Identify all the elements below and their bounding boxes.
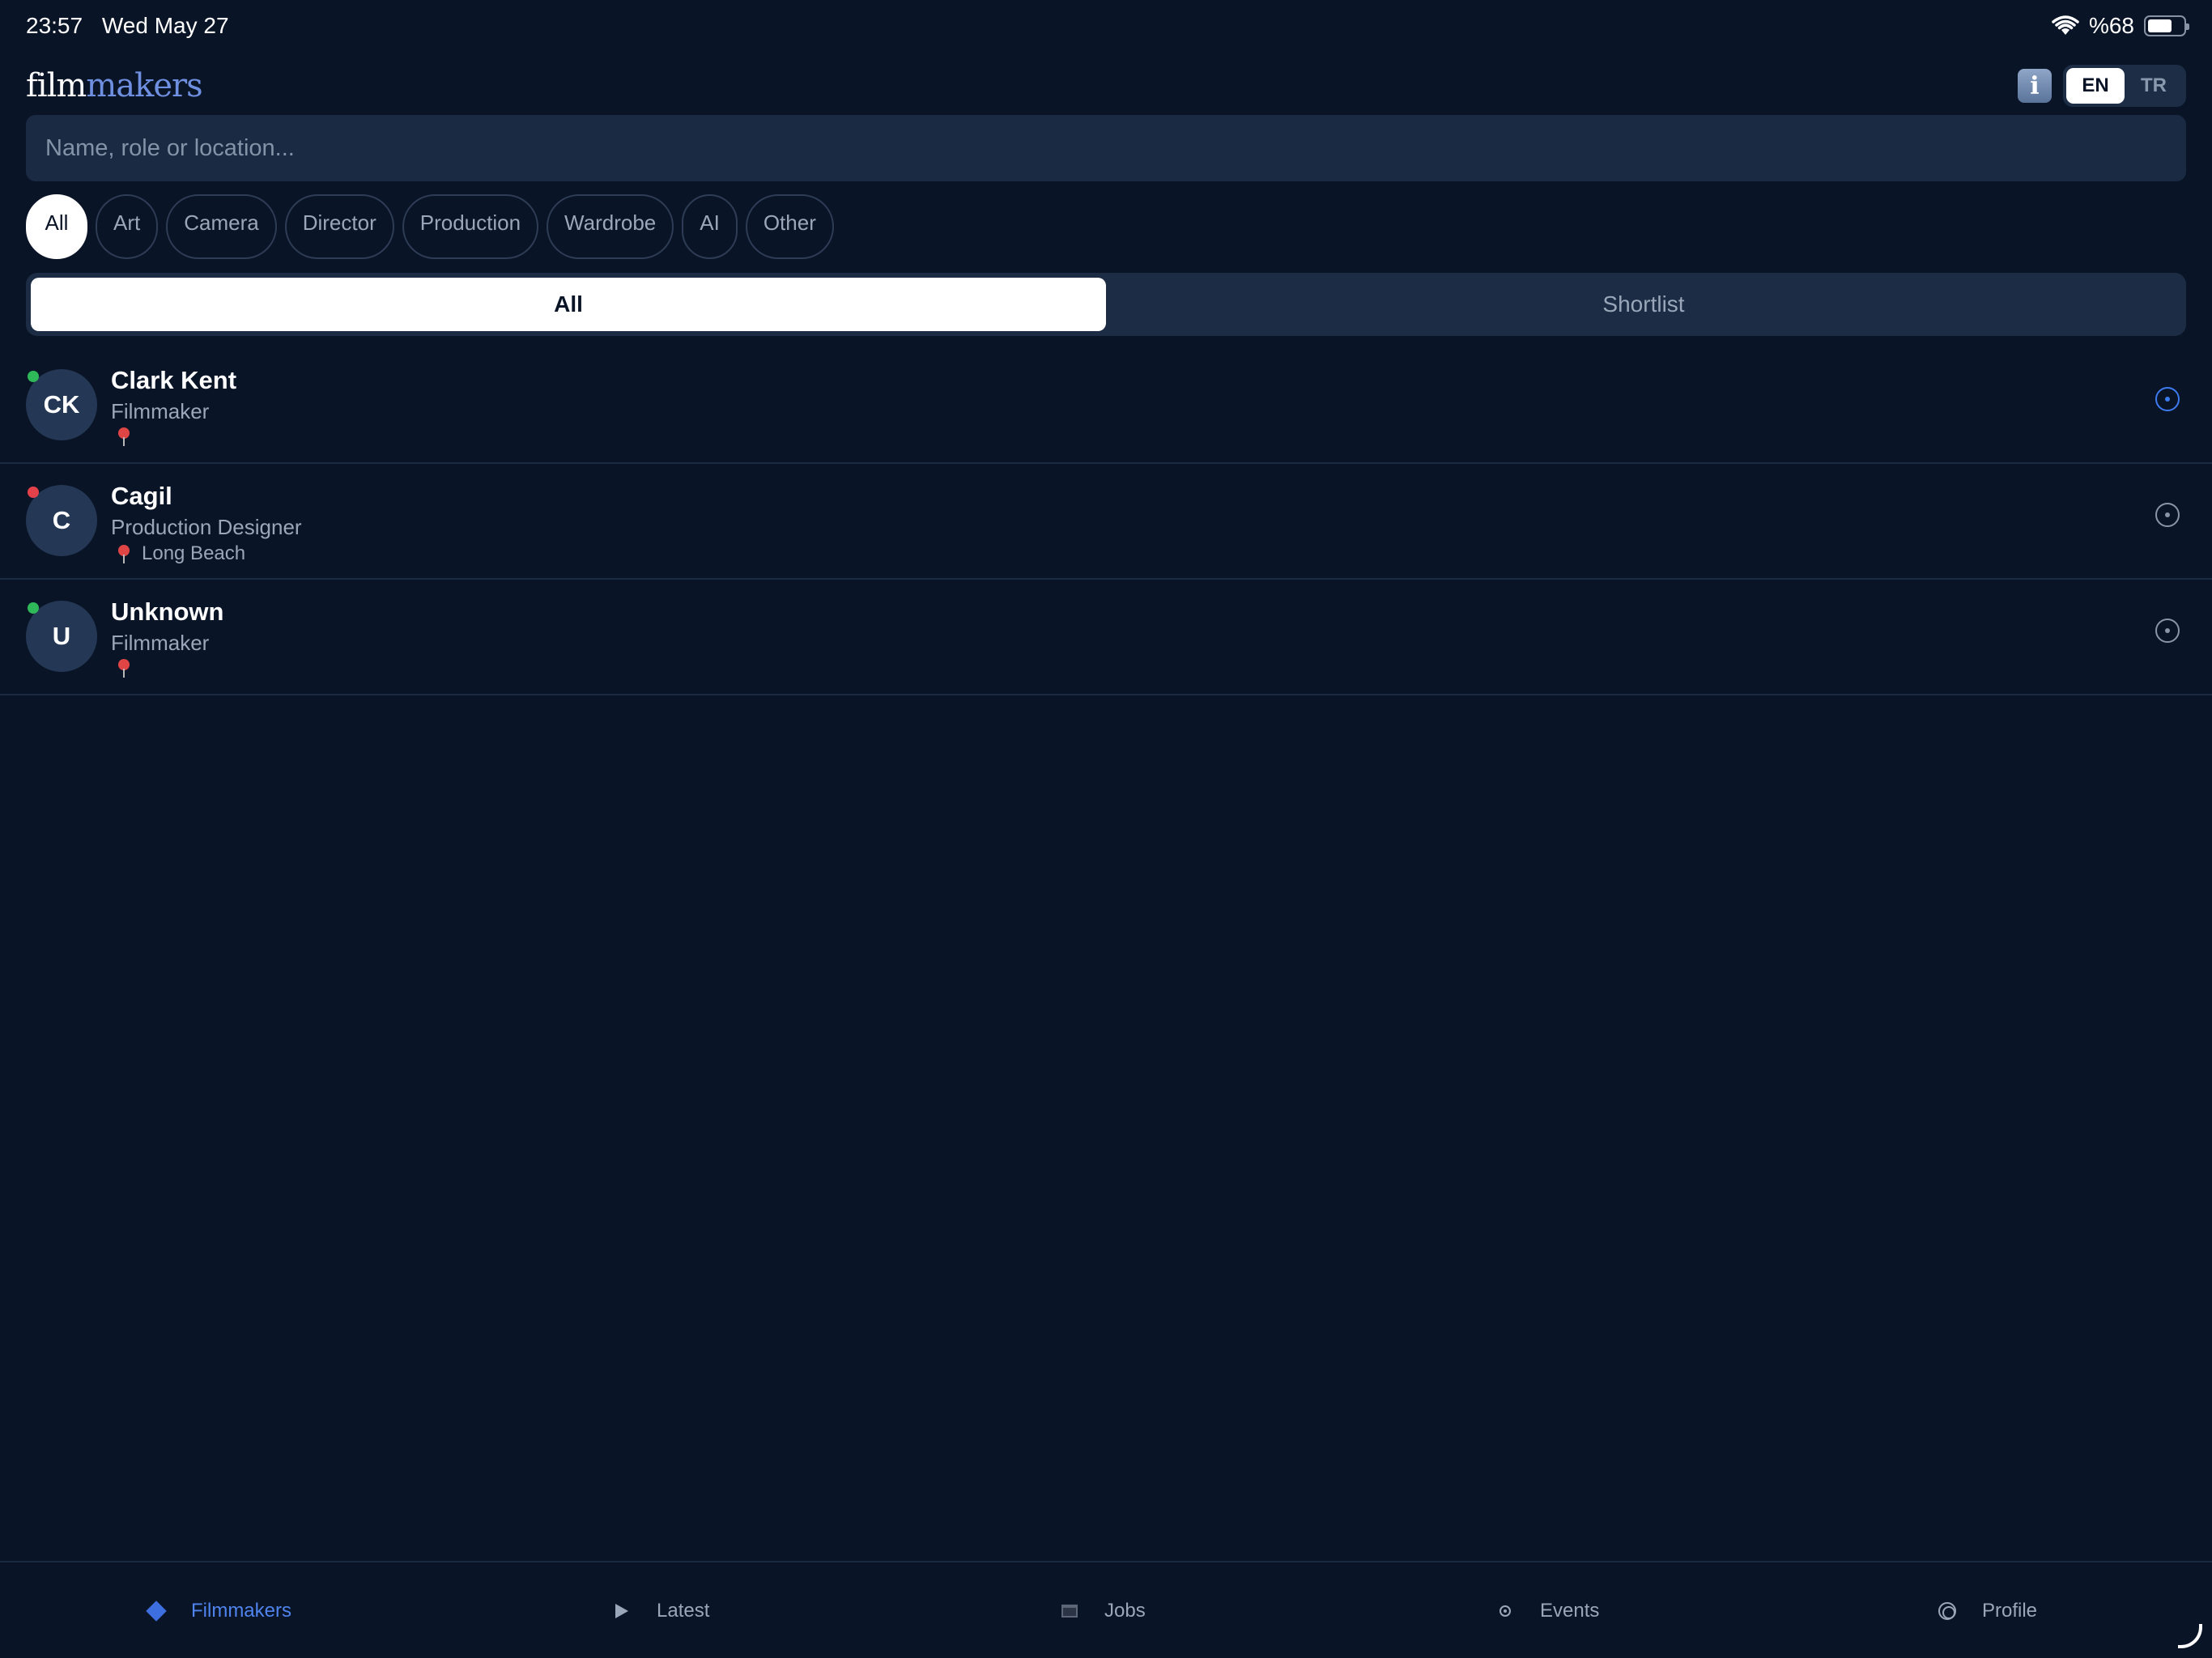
person-location: [111, 426, 236, 447]
filter-chip-other[interactable]: Other: [745, 194, 834, 259]
list-item[interactable]: U Unknown Filmmaker: [0, 580, 2212, 695]
bottom-tab-bar: Filmmakers Latest Jobs Events Profile: [0, 1561, 2212, 1658]
presence-indicator: [28, 602, 39, 614]
search-box: [26, 115, 2186, 181]
battery-icon: [2144, 15, 2189, 36]
location-pin-icon: [116, 657, 132, 678]
filter-chip-art[interactable]: Art: [96, 194, 159, 259]
filter-chip-all[interactable]: All: [26, 194, 87, 259]
app-screen: 23:57 Wed May 27 %68 filmmakers i EN TR: [0, 0, 2212, 1658]
category-filters: All Art Camera Director Production Wardr…: [26, 194, 834, 259]
avatar-initials: C: [52, 506, 71, 534]
filter-chip-ai[interactable]: AI: [682, 194, 738, 259]
tab-latest[interactable]: Latest: [611, 1592, 709, 1630]
status-bar: 23:57 Wed May 27 %68: [0, 0, 2212, 52]
tab-filmmakers[interactable]: Filmmakers: [146, 1592, 291, 1630]
app-logo: filmmakers: [26, 67, 203, 104]
search-input[interactable]: [45, 134, 2167, 162]
person-location: [111, 657, 224, 678]
list-segmented-control: All Shortlist: [26, 273, 2186, 336]
filmmaker-list: CK Clark Kent Filmmaker C Cagil Producti…: [0, 348, 2212, 695]
list-item[interactable]: CK Clark Kent Filmmaker: [0, 348, 2212, 464]
avatar: U: [26, 601, 97, 672]
play-icon: [611, 1601, 632, 1622]
list-item[interactable]: C Cagil Production Designer Long Beach: [0, 464, 2212, 580]
info-button[interactable]: i: [2018, 69, 2052, 103]
person-role: Production Designer: [111, 515, 302, 539]
status-left: 23:57 Wed May 27: [26, 13, 242, 39]
briefcase-icon: [1059, 1601, 1080, 1622]
avatar: CK: [26, 369, 97, 440]
status-date: Wed May 27: [101, 13, 229, 38]
segment-all[interactable]: All: [31, 278, 1106, 331]
filter-chip-director[interactable]: Director: [284, 194, 394, 259]
shortlist-target-icon[interactable]: [2155, 619, 2180, 643]
filter-chip-wardrobe[interactable]: Wardrobe: [547, 194, 674, 259]
header-actions: i EN TR: [2018, 65, 2186, 107]
location-pin-icon: [116, 426, 132, 447]
presence-indicator: [28, 487, 39, 498]
person-name: Clark Kent: [111, 366, 237, 394]
segment-shortlist[interactable]: Shortlist: [1106, 278, 2181, 331]
tab-label: Events: [1540, 1600, 1600, 1622]
person-location: Long Beach: [111, 542, 302, 566]
tab-jobs[interactable]: Jobs: [1059, 1592, 1146, 1630]
events-icon: [1495, 1601, 1516, 1622]
presence-indicator: [28, 371, 39, 382]
avatar: C: [26, 485, 97, 556]
battery-percentage: %68: [2088, 13, 2134, 38]
battery-fill: [2148, 19, 2172, 32]
logo-text-film: film: [26, 67, 87, 104]
language-toggle: EN TR: [2063, 65, 2186, 107]
person-role: Filmmaker: [111, 631, 210, 655]
tab-label: Profile: [1982, 1600, 2038, 1622]
language-option-en[interactable]: EN: [2066, 68, 2125, 104]
tab-label: Latest: [657, 1600, 710, 1622]
person-role: Filmmaker: [111, 399, 210, 423]
shortlist-target-icon[interactable]: [2155, 503, 2180, 527]
tab-events[interactable]: Events: [1495, 1592, 1599, 1630]
language-option-tr[interactable]: TR: [2125, 68, 2183, 104]
shortlist-target-icon[interactable]: [2155, 387, 2180, 411]
avatar-initials: U: [52, 622, 71, 650]
person-info: Cagil Production Designer Long Beach: [111, 480, 302, 566]
tab-label: Jobs: [1104, 1600, 1146, 1622]
person-info: Unknown Filmmaker: [111, 596, 224, 678]
header: filmmakers i EN TR: [26, 62, 2186, 110]
avatar-initials: CK: [43, 390, 80, 419]
location-pin-icon: [116, 543, 132, 564]
diamond-icon: [146, 1601, 167, 1622]
tab-label: Filmmakers: [191, 1600, 291, 1622]
person-name: Unknown: [111, 597, 224, 626]
wifi-icon: [2052, 15, 2079, 35]
tab-profile[interactable]: Profile: [1937, 1592, 2037, 1630]
status-time: 23:57: [26, 13, 83, 38]
person-info: Clark Kent Filmmaker: [111, 364, 236, 447]
person-name: Cagil: [111, 482, 172, 510]
status-right: %68: [2052, 13, 2189, 39]
logo-text-makers: makers: [86, 67, 202, 104]
filter-chip-production[interactable]: Production: [402, 194, 539, 259]
profile-icon: [1937, 1601, 1958, 1622]
location-text: Long Beach: [142, 542, 246, 564]
filter-chip-camera[interactable]: Camera: [166, 194, 277, 259]
